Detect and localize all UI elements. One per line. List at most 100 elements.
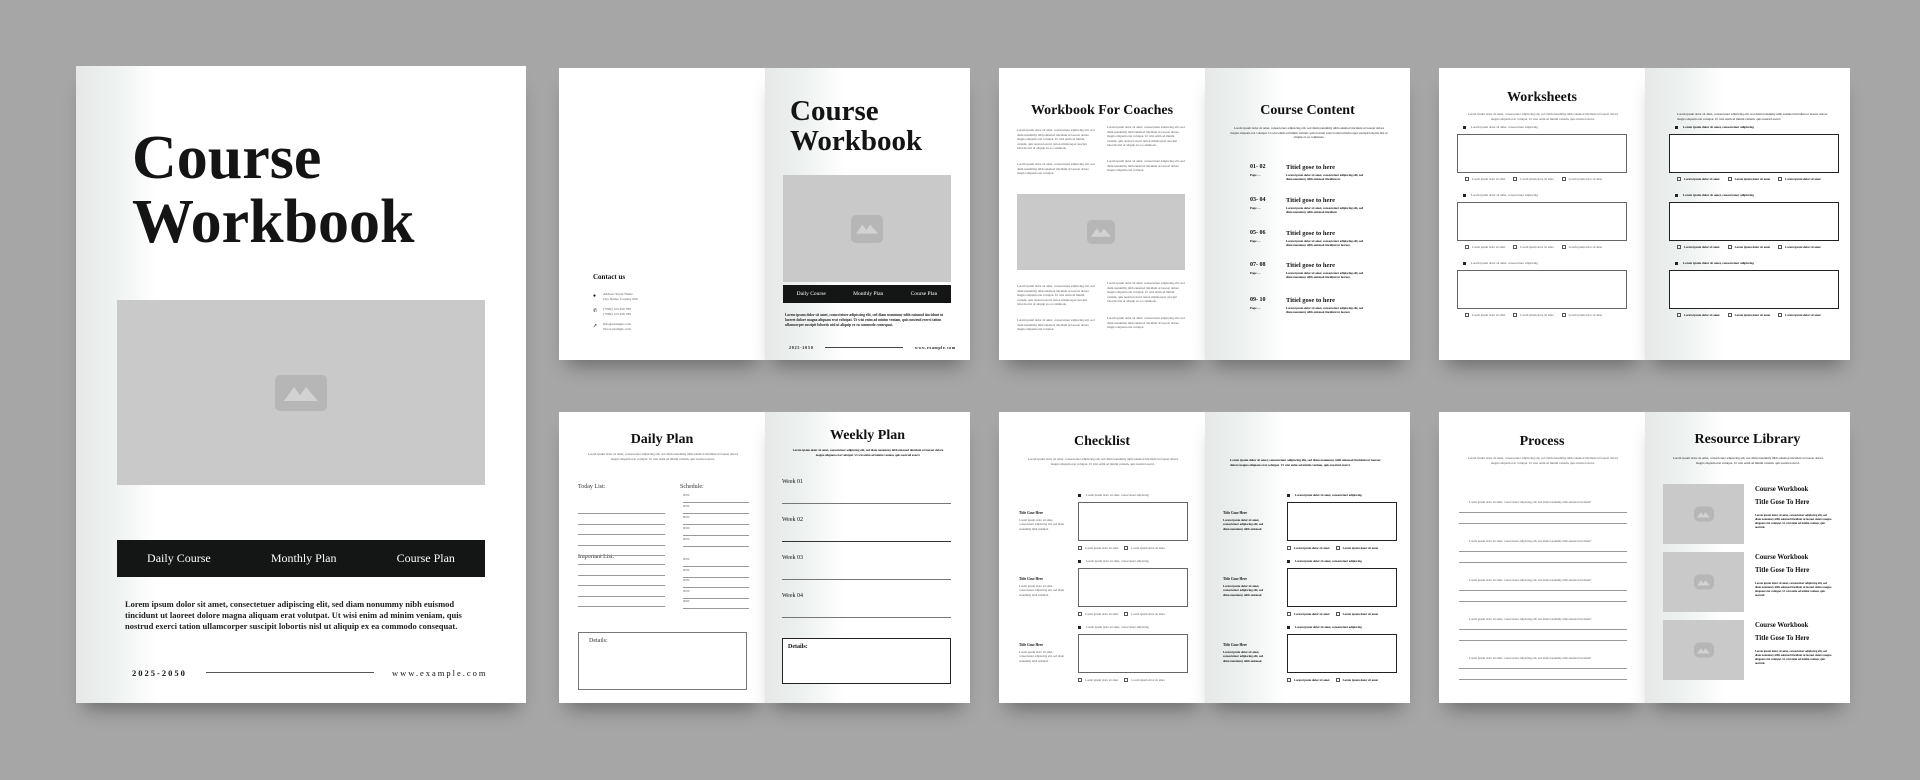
checkbox[interactable] <box>1778 245 1783 250</box>
resource-title-line1[interactable]: Course Workbook <box>1755 622 1808 629</box>
list-line[interactable] <box>578 564 665 565</box>
schedule-line[interactable] <box>683 524 749 525</box>
list-line[interactable] <box>578 596 665 597</box>
worksheet-option[interactable]: Lorem ipsum dolor sit amet <box>1677 245 1720 250</box>
checklist-option[interactable]: Lorem ipsum dolor sit amet <box>1124 546 1165 551</box>
list-line[interactable] <box>578 534 665 535</box>
worksheet-option[interactable]: Lorem ipsum dolor sit amet <box>1465 177 1505 182</box>
list-line[interactable] <box>578 545 665 546</box>
worksheet-option[interactable]: Lorem ipsum dolor sit amet <box>1561 177 1602 182</box>
worksheet-option[interactable]: Lorem ipsum dolor sit amet <box>1778 177 1821 182</box>
checklist-option[interactable]: Lorem ipsum dolor sit amet <box>1287 612 1330 617</box>
checkbox[interactable] <box>1287 546 1291 551</box>
schedule-line[interactable] <box>683 535 749 536</box>
checkbox[interactable] <box>1778 177 1783 182</box>
checklist-option[interactable]: Lorem ipsum dolor sit amet <box>1078 546 1118 551</box>
worksheet-option[interactable]: Lorem ipsum dolor sit amet <box>1727 245 1770 250</box>
checklist-option[interactable]: Lorem ipsum dolor sit amet <box>1124 612 1165 617</box>
checkbox[interactable] <box>1124 612 1129 617</box>
checkbox[interactable] <box>1465 313 1469 318</box>
checkbox[interactable] <box>1778 313 1783 318</box>
checkbox[interactable] <box>1677 245 1681 250</box>
week-line[interactable] <box>782 503 951 504</box>
list-line[interactable] <box>578 524 665 525</box>
checkbox[interactable] <box>1078 612 1082 617</box>
worksheet-option[interactable]: Lorem ipsum dolor sit amet <box>1727 313 1770 318</box>
worksheet-option[interactable]: Lorem ipsum dolor sit amet <box>1465 245 1505 250</box>
checklist-option[interactable]: Lorem ipsum dolor sit amet <box>1078 612 1118 617</box>
list-line[interactable] <box>578 513 665 514</box>
worksheet-answer-box[interactable] <box>1669 134 1839 173</box>
checkbox[interactable] <box>1513 177 1518 182</box>
checklist-answer-box[interactable] <box>1078 568 1188 607</box>
process-answer-line[interactable] <box>1459 640 1627 641</box>
checkbox[interactable] <box>1561 245 1566 250</box>
daily-details-box[interactable]: Details: <box>578 632 747 690</box>
process-answer-line[interactable] <box>1459 523 1627 524</box>
process-answer-line[interactable] <box>1459 512 1627 513</box>
checkbox[interactable] <box>1677 313 1681 318</box>
process-answer-line[interactable] <box>1459 590 1627 591</box>
worksheet-option[interactable]: Lorem ipsum dolor sit amet <box>1778 245 1821 250</box>
schedule-line[interactable] <box>683 502 749 503</box>
schedule-line[interactable] <box>683 513 749 514</box>
worksheet-option[interactable]: Lorem ipsum dolor sit amet <box>1727 177 1770 182</box>
process-answer-line[interactable] <box>1459 679 1627 680</box>
content-item-title[interactable]: Titiel gose to here <box>1286 297 1335 304</box>
checkbox[interactable] <box>1335 546 1340 551</box>
worksheet-option[interactable]: Lorem ipsum dolor sit amet <box>1513 245 1554 250</box>
worksheet-option[interactable]: Lorem ipsum dolor sit amet <box>1561 313 1602 318</box>
schedule-line[interactable] <box>683 577 749 578</box>
content-item-title[interactable]: Titiel gose to here <box>1286 197 1335 204</box>
worksheet-option[interactable]: Lorem ipsum dolor sit amet <box>1465 313 1505 318</box>
checklist-answer-box[interactable] <box>1287 568 1397 607</box>
resource-thumbnail[interactable] <box>1663 484 1744 544</box>
week-line[interactable] <box>782 579 951 580</box>
process-answer-line[interactable] <box>1459 601 1627 602</box>
content-item-title[interactable]: Titiel gose to here <box>1286 164 1335 171</box>
resource-thumbnail[interactable] <box>1663 620 1744 680</box>
checkbox[interactable] <box>1335 612 1340 617</box>
schedule-line[interactable] <box>683 608 749 609</box>
schedule-line[interactable] <box>683 587 749 588</box>
schedule-line[interactable] <box>683 598 749 599</box>
checkbox[interactable] <box>1465 245 1469 250</box>
worksheet-answer-box[interactable] <box>1457 270 1627 309</box>
worksheet-option[interactable]: Lorem ipsum dolor sit amet <box>1677 313 1720 318</box>
checklist-option[interactable]: Lorem ipsum dolor sit amet <box>1078 678 1118 683</box>
checkbox[interactable] <box>1727 245 1732 250</box>
checklist-option[interactable]: Lorem ipsum dolor sit amet <box>1287 678 1330 683</box>
worksheet-answer-box[interactable] <box>1457 202 1627 241</box>
checkbox[interactable] <box>1335 678 1340 683</box>
checkbox[interactable] <box>1124 546 1129 551</box>
content-item-title[interactable]: Titiel gose to here <box>1286 230 1335 237</box>
checkbox[interactable] <box>1727 313 1732 318</box>
list-line[interactable] <box>578 575 665 576</box>
process-answer-line[interactable] <box>1459 562 1627 563</box>
resource-title-line2[interactable]: Title Gose To Here <box>1755 635 1809 642</box>
week-line[interactable] <box>782 541 951 542</box>
checkbox[interactable] <box>1078 546 1082 551</box>
checkbox[interactable] <box>1513 245 1518 250</box>
checkbox[interactable] <box>1677 177 1681 182</box>
resource-title-line1[interactable]: Course Workbook <box>1755 486 1808 493</box>
worksheet-answer-box[interactable] <box>1669 202 1839 241</box>
checkbox[interactable] <box>1287 612 1291 617</box>
checklist-option[interactable]: Lorem ipsum dolor sit amet <box>1335 678 1378 683</box>
resource-thumbnail[interactable] <box>1663 552 1744 612</box>
worksheet-answer-box[interactable] <box>1669 270 1839 309</box>
checkbox[interactable] <box>1124 678 1129 683</box>
worksheet-answer-box[interactable] <box>1457 134 1627 173</box>
process-answer-line[interactable] <box>1459 668 1627 669</box>
checkbox[interactable] <box>1513 313 1518 318</box>
checklist-option[interactable]: Lorem ipsum dolor sit amet <box>1287 546 1330 551</box>
process-answer-line[interactable] <box>1459 551 1627 552</box>
checkbox[interactable] <box>1727 177 1732 182</box>
resource-title-line1[interactable]: Course Workbook <box>1755 554 1808 561</box>
checkbox[interactable] <box>1561 177 1566 182</box>
schedule-line[interactable] <box>683 546 749 547</box>
worksheet-option[interactable]: Lorem ipsum dolor sit amet <box>1513 177 1554 182</box>
checkbox[interactable] <box>1561 313 1566 318</box>
worksheet-option[interactable]: Lorem ipsum dolor sit amet <box>1778 313 1821 318</box>
worksheet-option[interactable]: Lorem ipsum dolor sit amet <box>1677 177 1720 182</box>
